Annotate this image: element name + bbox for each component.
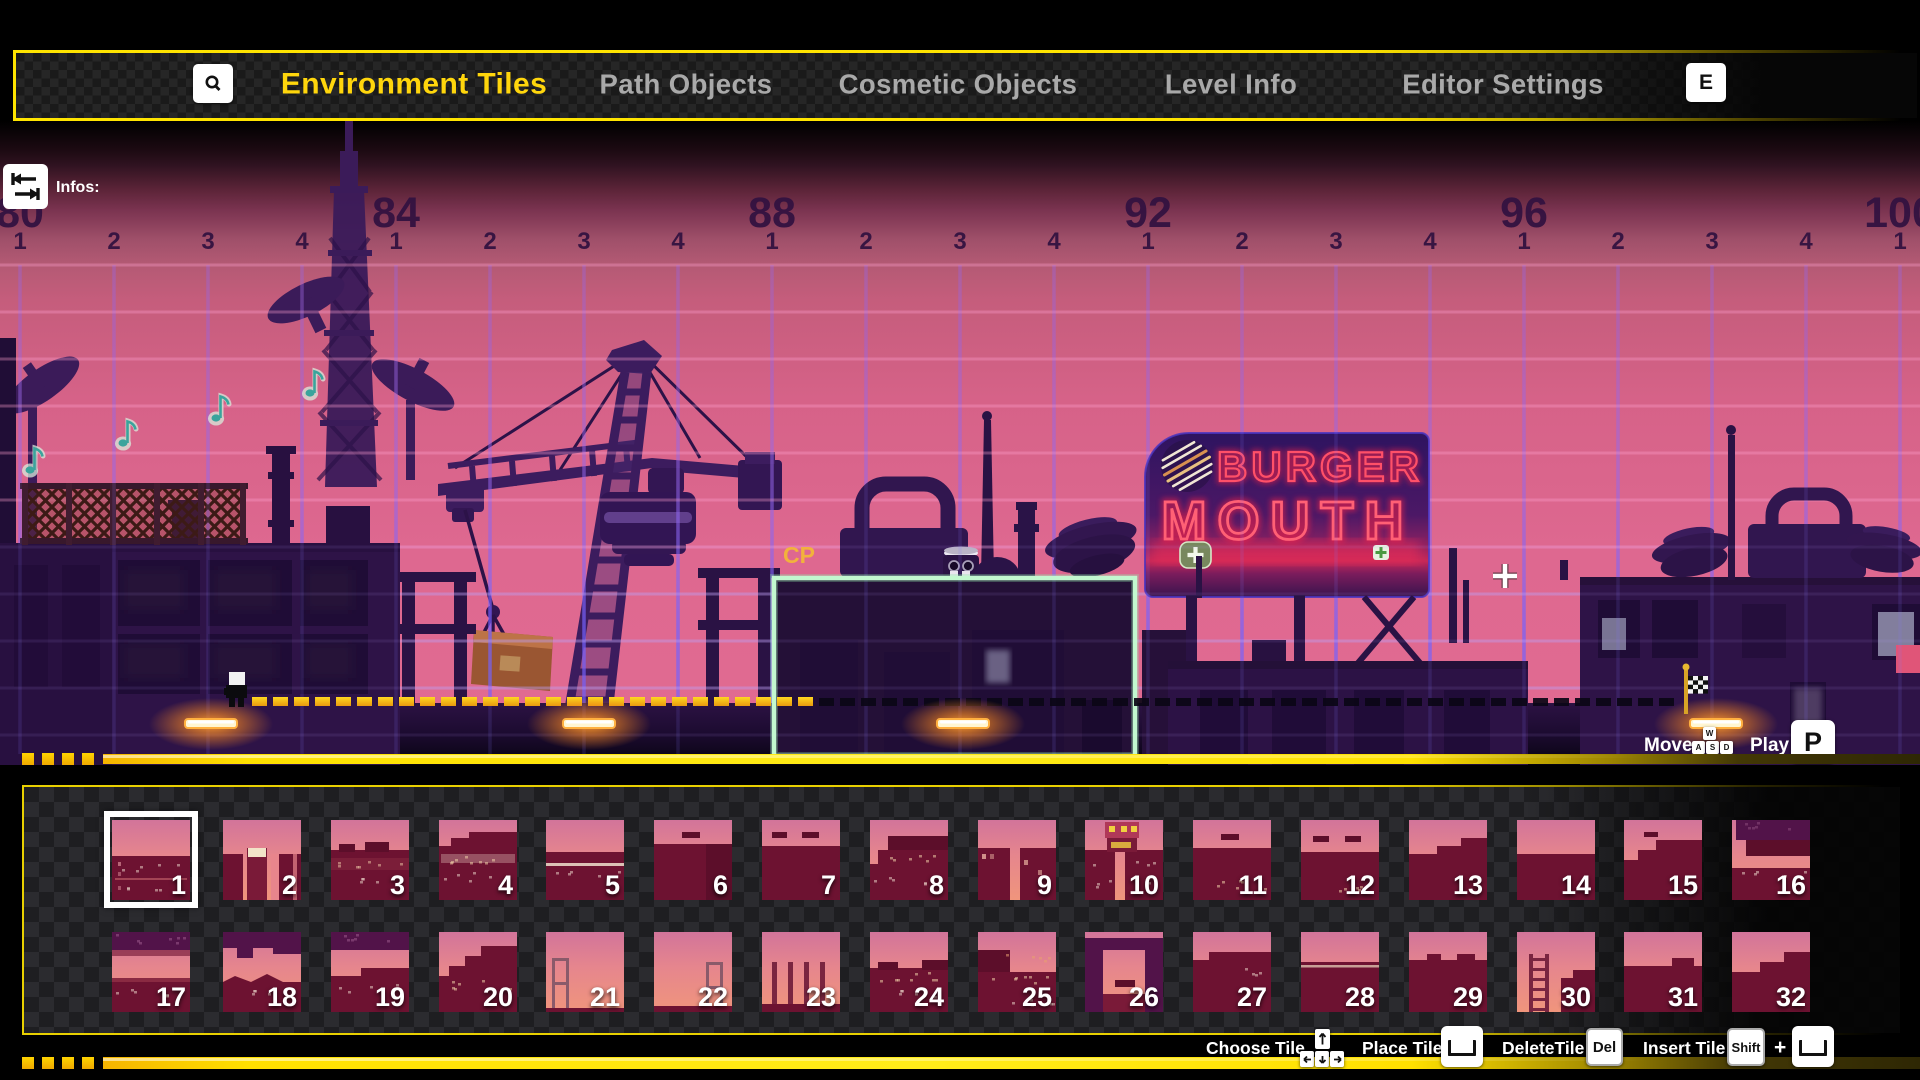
- svg-text:84: 84: [372, 189, 420, 237]
- svg-text:92: 92: [1124, 189, 1172, 237]
- svg-text:2: 2: [107, 228, 120, 255]
- svg-text:CP: CP: [783, 542, 815, 568]
- svg-text:96: 96: [1500, 189, 1548, 237]
- svg-text:2: 2: [1235, 228, 1248, 255]
- svg-text:2: 2: [1611, 228, 1624, 255]
- svg-text:2: 2: [483, 228, 496, 255]
- svg-text:4: 4: [295, 228, 309, 255]
- svg-text:3: 3: [577, 228, 590, 255]
- svg-text:3: 3: [953, 228, 966, 255]
- svg-text:4: 4: [1423, 228, 1437, 255]
- svg-text:3: 3: [1329, 228, 1342, 255]
- svg-text:BURGER: BURGER: [1217, 443, 1423, 490]
- svg-text:3: 3: [1705, 228, 1718, 255]
- svg-text:88: 88: [748, 189, 796, 237]
- svg-text:4: 4: [671, 228, 685, 255]
- svg-text:100: 100: [1864, 189, 1920, 237]
- svg-text:4: 4: [1799, 228, 1813, 255]
- svg-text:4: 4: [1047, 228, 1061, 255]
- svg-text:2: 2: [859, 228, 872, 255]
- svg-text:3: 3: [201, 228, 214, 255]
